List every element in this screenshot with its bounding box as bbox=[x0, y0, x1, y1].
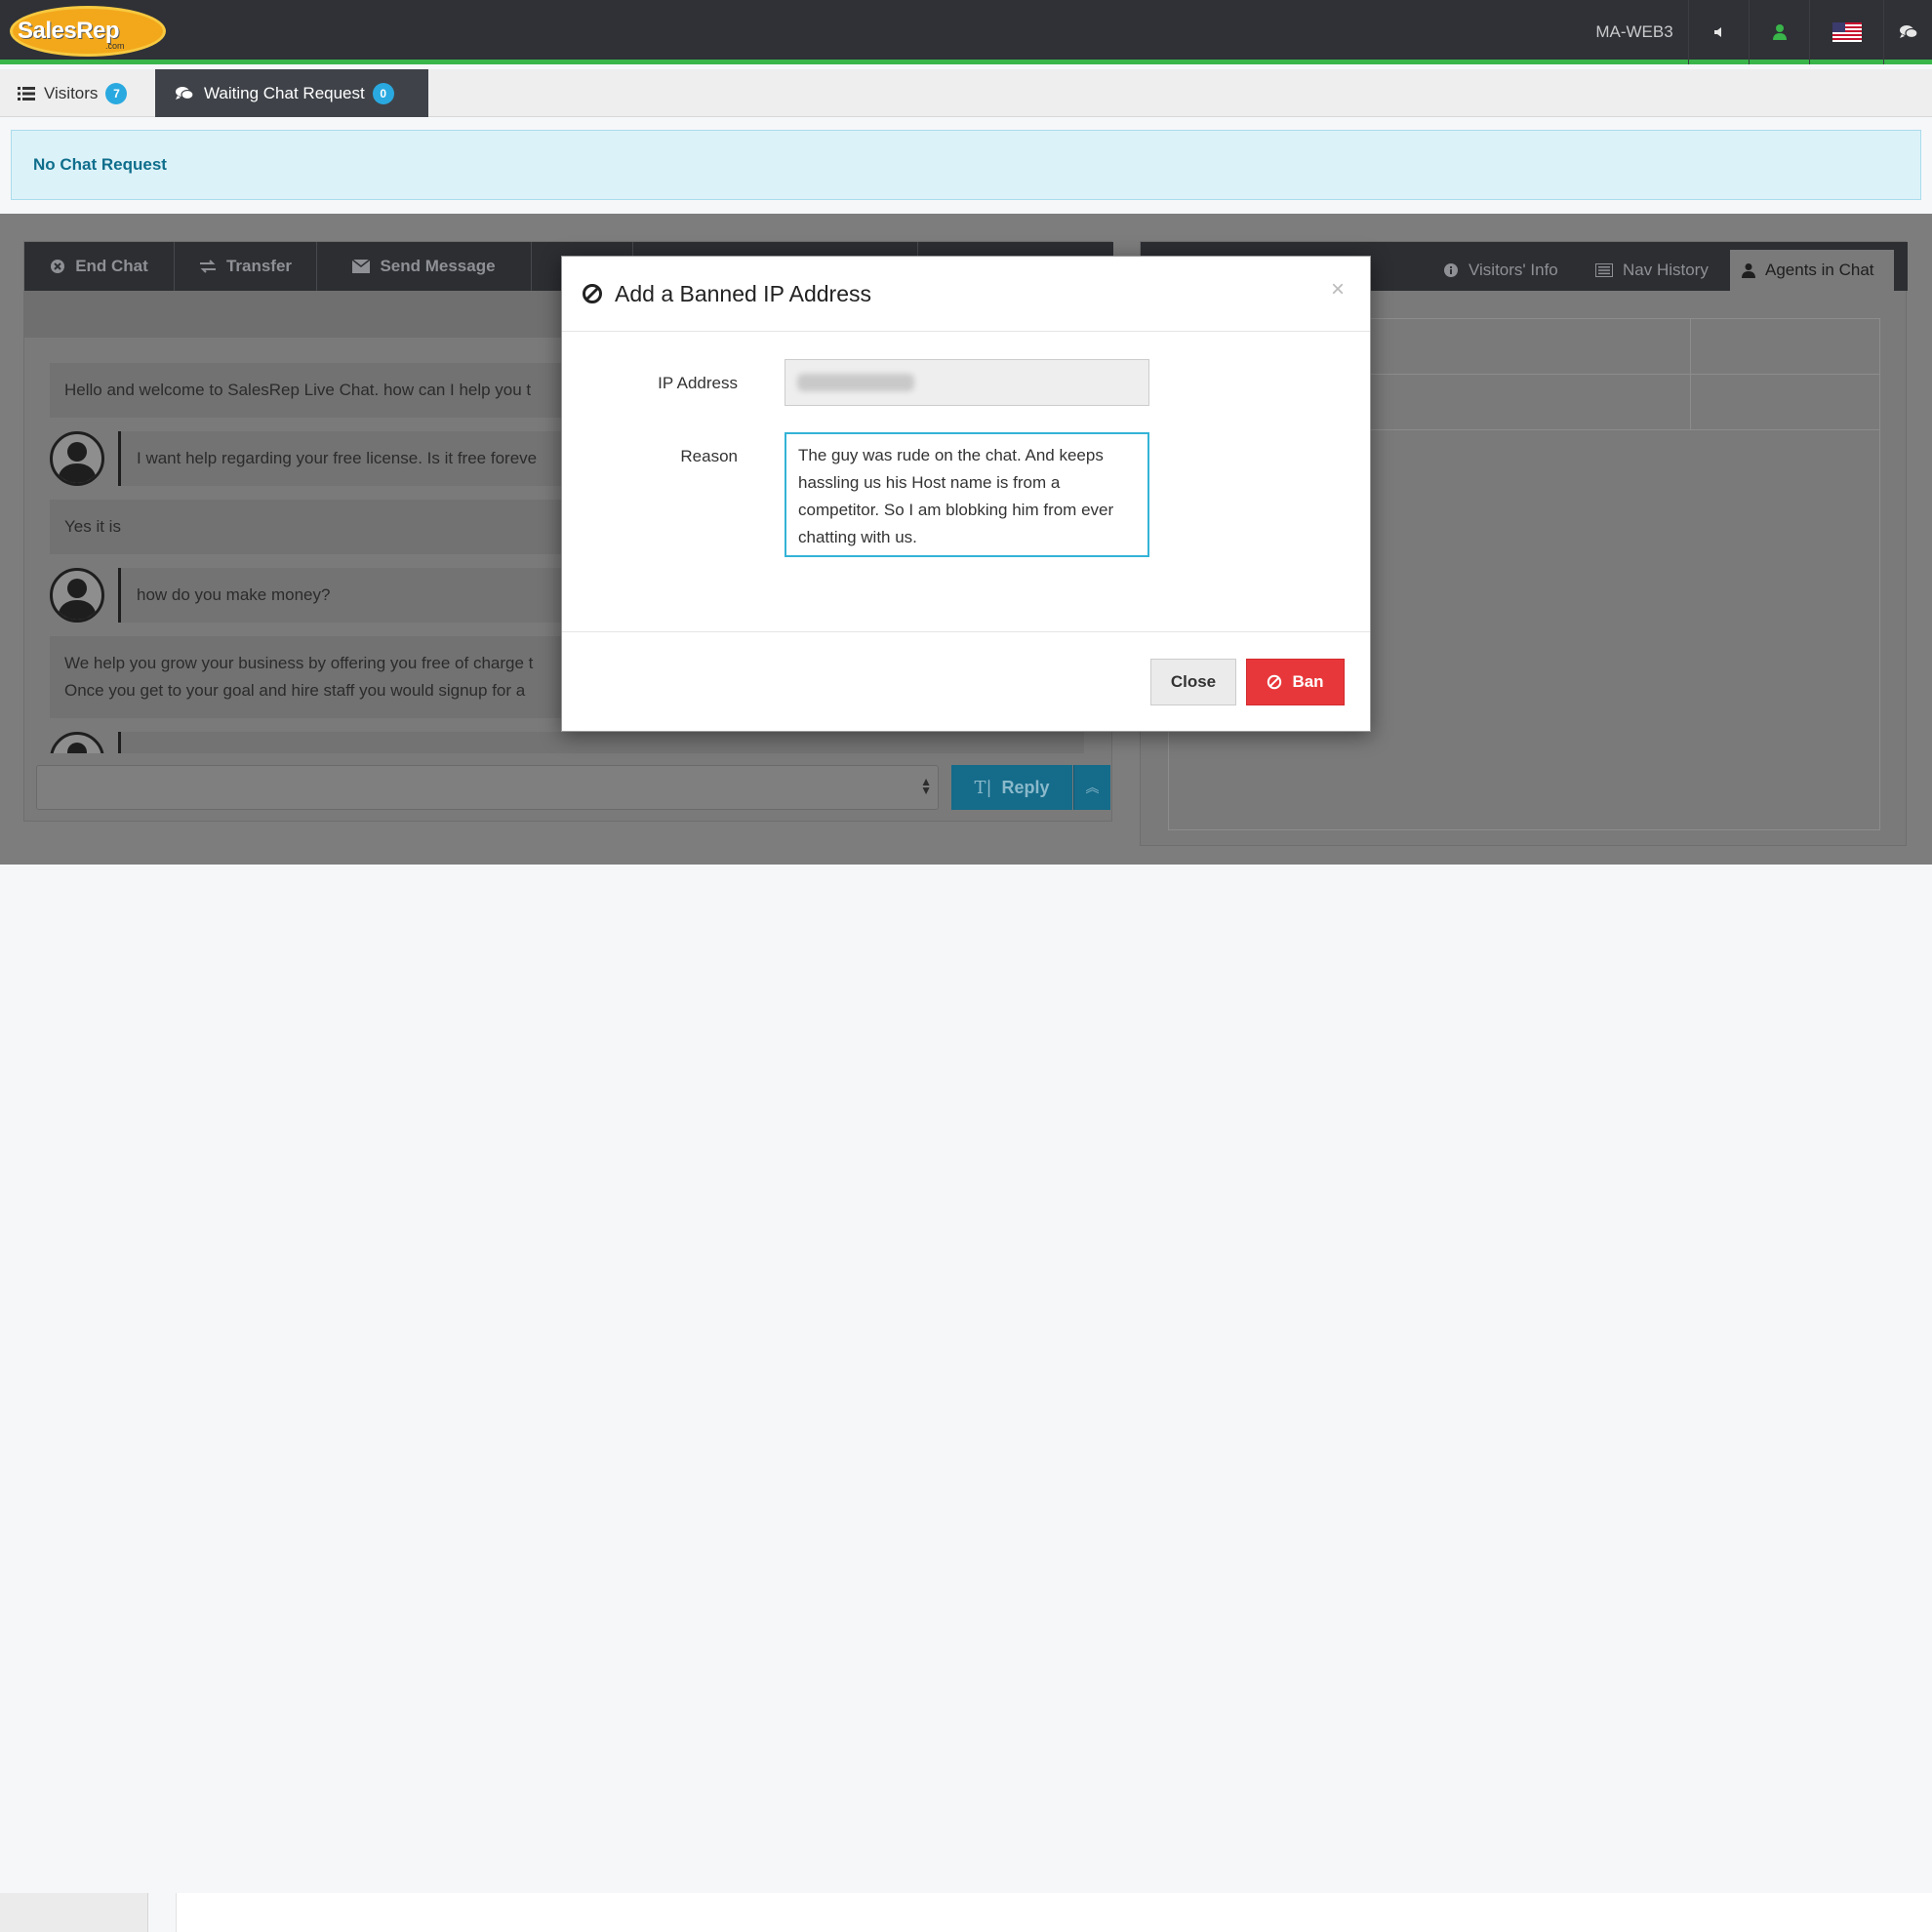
host-name: MA-WEB3 bbox=[1595, 22, 1673, 41]
resize-arrows-icon: ▲ ▼ bbox=[920, 775, 932, 797]
transfer-button[interactable]: Transfer bbox=[175, 242, 317, 291]
comments-icon bbox=[1899, 25, 1918, 39]
footer-right bbox=[176, 1893, 1932, 1932]
agent-status-button[interactable] bbox=[1749, 0, 1809, 64]
column-divider bbox=[1690, 375, 1691, 430]
visitor-message bbox=[50, 732, 1094, 753]
exchange-icon bbox=[199, 260, 216, 273]
chat-toggle-button[interactable] bbox=[1883, 0, 1932, 64]
reply-bar: ▲ ▼ T| Reply ︽ bbox=[36, 765, 1110, 812]
ban-button[interactable]: Ban bbox=[1246, 659, 1345, 705]
top-navbar: SalesRep .com MA-WEB3 bbox=[0, 0, 1932, 64]
tab-nav-history-label: Nav History bbox=[1623, 261, 1709, 279]
text-cursor-icon: T| bbox=[974, 777, 992, 798]
user-silhouette-icon bbox=[67, 743, 87, 753]
send-message-button[interactable]: Send Message bbox=[317, 242, 532, 291]
times-circle-icon bbox=[51, 260, 65, 273]
transfer-label: Transfer bbox=[225, 257, 293, 275]
tabs-row: Visitors 7 Waiting Chat Request 0 bbox=[0, 69, 1932, 117]
column-divider bbox=[1690, 319, 1691, 375]
ban-label: Ban bbox=[1292, 672, 1324, 691]
ban-icon bbox=[1268, 674, 1282, 690]
footer-left bbox=[0, 1893, 148, 1932]
info-circle-icon bbox=[1444, 263, 1458, 277]
end-chat-button[interactable]: End Chat bbox=[24, 242, 175, 291]
modal-footer-divider bbox=[562, 631, 1370, 632]
close-button[interactable]: Close bbox=[1150, 659, 1236, 705]
tab-nav-history[interactable]: Nav History bbox=[1595, 250, 1709, 291]
ban-icon bbox=[583, 284, 602, 303]
end-chat-label: End Chat bbox=[75, 257, 148, 275]
ip-address-input[interactable] bbox=[785, 359, 1149, 406]
close-icon[interactable]: × bbox=[1331, 276, 1345, 303]
tab-waiting-label: Waiting Chat Request bbox=[204, 83, 365, 102]
tab-agents-in-chat[interactable]: Agents in Chat bbox=[1730, 250, 1894, 291]
user-silhouette-icon bbox=[58, 442, 97, 483]
comments-icon bbox=[176, 86, 194, 100]
user-icon bbox=[1772, 24, 1787, 40]
tab-visitors[interactable]: Visitors 7 bbox=[0, 69, 154, 117]
tab-waiting-chat-request[interactable]: Waiting Chat Request 0 bbox=[155, 69, 428, 117]
modal-header: Add a Banned IP Address × bbox=[562, 257, 1370, 332]
ip-address-label: IP Address bbox=[658, 374, 738, 392]
no-chat-request-alert: No Chat Request bbox=[11, 130, 1921, 200]
tab-visitors-info-label: Visitors' Info bbox=[1469, 261, 1558, 279]
waiting-count-badge: 0 bbox=[372, 82, 394, 104]
reason-textarea[interactable]: The guy was rude on the chat. And keeps … bbox=[785, 432, 1149, 557]
blurred-ip-value bbox=[797, 374, 914, 391]
logo-sub: .com bbox=[105, 41, 125, 51]
modal-title: Add a Banned IP Address bbox=[615, 280, 871, 306]
envelope-icon bbox=[352, 260, 371, 273]
speaker-icon bbox=[1713, 27, 1721, 37]
visitor-avatar bbox=[50, 732, 104, 753]
salesrep-logo[interactable]: SalesRep .com bbox=[10, 6, 166, 60]
list-icon bbox=[18, 86, 35, 101]
sound-button[interactable] bbox=[1688, 0, 1749, 64]
user-icon bbox=[1742, 263, 1755, 278]
us-flag-icon bbox=[1831, 22, 1862, 42]
visitors-count-badge: 7 bbox=[105, 82, 128, 104]
reason-label: Reason bbox=[680, 447, 738, 465]
visitor-avatar bbox=[50, 431, 104, 486]
language-button[interactable] bbox=[1809, 0, 1883, 64]
user-silhouette-icon bbox=[58, 579, 97, 620]
double-chevron-up-icon: ︽ bbox=[1085, 780, 1100, 795]
tab-visitors-info[interactable]: Visitors' Info bbox=[1443, 250, 1558, 291]
list-alt-icon bbox=[1595, 263, 1613, 277]
reply-input[interactable]: ▲ ▼ bbox=[36, 765, 939, 810]
ban-ip-modal: Add a Banned IP Address × IP Address Rea… bbox=[561, 256, 1371, 732]
send-message-label: Send Message bbox=[380, 257, 496, 275]
reply-label: Reply bbox=[1001, 777, 1050, 797]
logo-text: SalesRep bbox=[18, 18, 120, 44]
reply-options-button[interactable]: ︽ bbox=[1073, 765, 1110, 810]
tab-visitors-label: Visitors bbox=[44, 83, 99, 102]
reply-button[interactable]: T| Reply bbox=[951, 765, 1072, 810]
visitor-message-text bbox=[118, 732, 1084, 753]
visitor-avatar bbox=[50, 568, 104, 623]
tab-agents-in-chat-label: Agents in Chat bbox=[1765, 261, 1874, 279]
